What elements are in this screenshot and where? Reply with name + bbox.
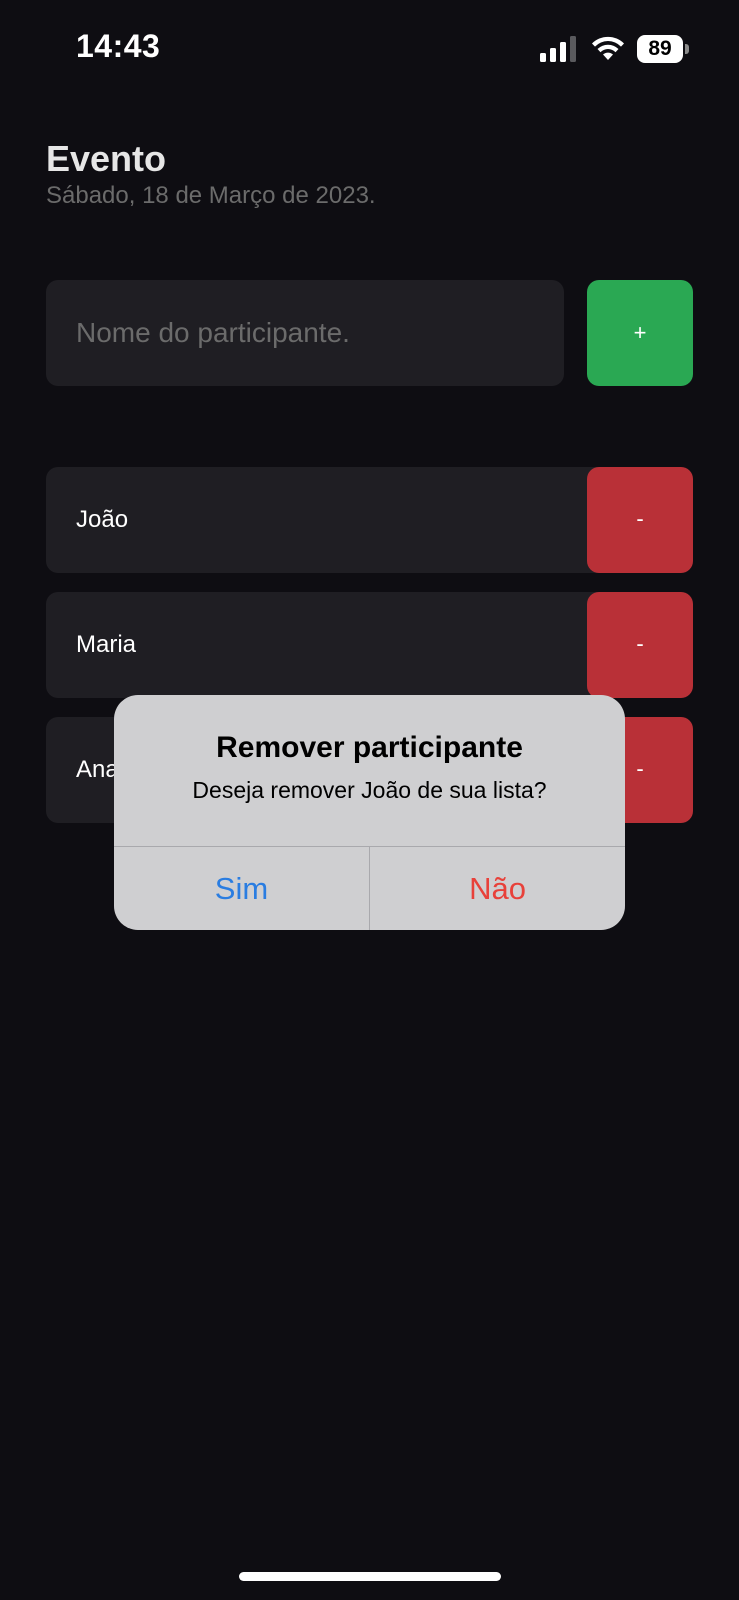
alert-title: Remover participante <box>216 731 523 764</box>
home-indicator[interactable] <box>239 1572 501 1581</box>
alert-message: Deseja remover João de sua lista? <box>192 777 547 803</box>
alert-confirm-button[interactable]: Sim <box>114 847 369 930</box>
alert-dialog: Remover participante Deseja remover João… <box>114 695 625 930</box>
alert-cancel-button[interactable]: Não <box>370 847 625 930</box>
